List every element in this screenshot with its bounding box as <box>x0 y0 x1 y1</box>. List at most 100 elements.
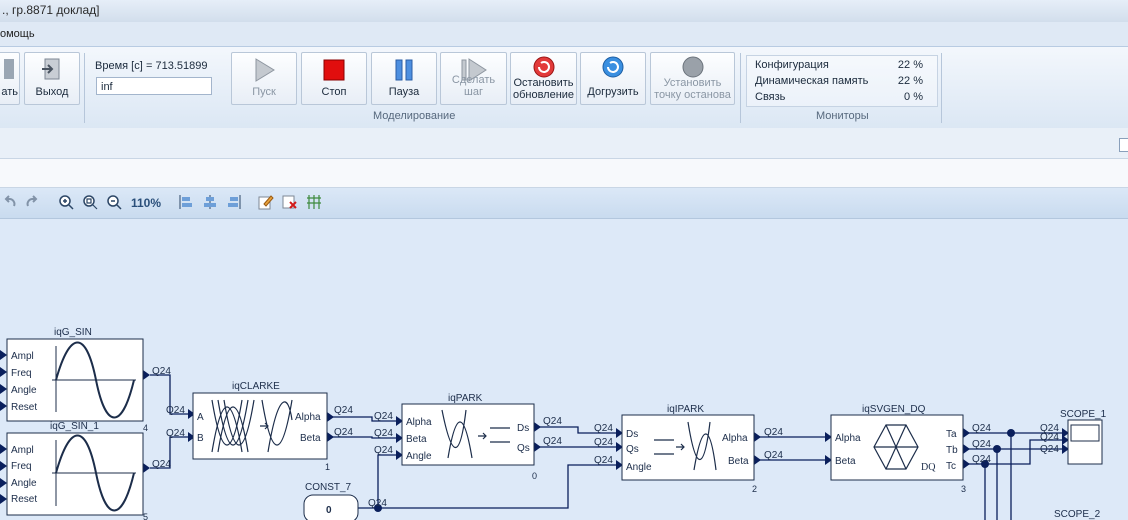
wire-label: Q24 <box>374 411 393 422</box>
stop-label: Стоп <box>321 86 347 98</box>
undo-icon[interactable] <box>2 194 18 210</box>
align-center-icon[interactable] <box>202 194 218 210</box>
block-title: iqIPARK <box>667 404 704 415</box>
block-title: SCOPE_2 <box>1054 509 1101 520</box>
port-label: Ds <box>626 429 638 440</box>
port-label: B <box>197 433 204 444</box>
wire-label: Q24 <box>972 454 991 465</box>
start-button[interactable]: Пуск <box>231 52 297 105</box>
time-value: = 713.51899 <box>146 60 208 72</box>
port-label: Beta <box>728 456 749 467</box>
port-label: Angle <box>11 385 37 396</box>
stop-update-button[interactable]: Остановить обновление <box>510 52 577 105</box>
block-title: iqG_SIN <box>54 327 92 338</box>
block-iqclarke[interactable]: iqCLARKE A B Alpha Beta 1 <box>192 381 330 472</box>
group-modeling-label: Моделирование <box>373 110 456 122</box>
block-iqg-sin-1[interactable]: iqG_SIN_1 Ampl Freq Angle Reset 5 <box>6 421 148 520</box>
wire-label: Q24 <box>374 428 393 439</box>
zoom-out-icon[interactable] <box>106 194 122 210</box>
port-label: Freq <box>11 461 32 472</box>
block-iqg-sin[interactable]: iqG_SIN Ampl Freq Angle Reset 4 <box>6 327 148 433</box>
title-bar: ., гр.8871 доклад] <box>0 0 1128 22</box>
step-button[interactable]: Сделать шаг <box>440 52 507 105</box>
zoom-in-icon[interactable] <box>58 194 74 210</box>
block-iqsvgen-dq[interactable]: iqSVGEN_DQ Alpha Beta Ta Tb Tc DQ 3 <box>830 404 966 494</box>
wire-label: Q24 <box>594 423 613 434</box>
wire-label: Q24 <box>1040 432 1059 443</box>
block-title: iqCLARKE <box>232 381 280 392</box>
step-label: Сделать шаг <box>451 74 496 98</box>
port-label: Reset <box>11 494 37 505</box>
menu-item-help[interactable]: омощь <box>0 28 35 40</box>
zoom-fit-icon[interactable] <box>82 194 98 210</box>
port-label: Angle <box>626 462 652 473</box>
reload-button[interactable]: Догрузить <box>580 52 646 105</box>
block-scope-2[interactable]: SCOPE_2 <box>1054 509 1101 520</box>
align-left-icon[interactable] <box>178 194 194 210</box>
block-inner-label: DQ <box>921 462 936 473</box>
port-label: Alpha <box>722 433 748 444</box>
wire-label: Q24 <box>152 366 171 377</box>
junction-dot <box>993 445 1001 453</box>
wire-label: Q24 <box>1040 444 1059 455</box>
pause-label: Пауза <box>388 86 420 98</box>
block-order: 1 <box>325 462 330 472</box>
port-label: Qs <box>626 444 639 455</box>
block-diagram: Q24 Q24 Q24 Q24 Q24 Q24 Q24 Q24 Q24 Q24 … <box>0 327 1107 520</box>
grid-icon[interactable] <box>306 194 322 210</box>
align-right-icon[interactable] <box>226 194 242 210</box>
block-order: 4 <box>143 423 148 433</box>
block-title: SCOPE_1 <box>1060 409 1107 420</box>
wire-label: Q24 <box>764 427 783 438</box>
block-order: 2 <box>752 484 757 494</box>
wire-label: Q24 <box>166 405 185 416</box>
tab-strip <box>0 159 1128 188</box>
port-label: A <box>197 412 204 423</box>
exit-button[interactable]: Выход <box>24 52 80 105</box>
port-label: Angle <box>406 451 432 462</box>
monitors-panel: Конфигурация 22 % Динамическая память 22 %… <box>746 55 938 107</box>
panel-expand-button[interactable] <box>1119 138 1128 152</box>
wire-label: Q24 <box>764 450 783 461</box>
pause-button[interactable]: Пауза <box>371 52 437 105</box>
divider <box>84 53 85 123</box>
block-iqipark[interactable]: iqIPARK Ds Qs Angle Alpha Beta 2 <box>621 404 757 494</box>
time-label: Время [с] <box>95 60 143 72</box>
block-const-7[interactable]: CONST_7 0 <box>303 482 359 520</box>
port-label: Freq <box>11 368 32 379</box>
exit-icon <box>42 58 60 80</box>
refresh-stop-icon <box>533 56 554 78</box>
window-title: ., гр.8871 доклад] <box>2 3 100 17</box>
panel-strip <box>0 128 1128 159</box>
stop-icon <box>323 59 345 81</box>
partial-button[interactable]: ать <box>0 52 20 105</box>
block-order: 3 <box>961 484 966 494</box>
breakpoint-button[interactable]: Установить точку останова <box>650 52 735 105</box>
delete-icon[interactable] <box>282 194 298 210</box>
redo-icon[interactable] <box>24 194 40 210</box>
block-order: 0 <box>532 471 537 481</box>
end-time-input[interactable]: inf <box>96 77 212 95</box>
divider <box>740 53 741 123</box>
breakpoint-icon <box>682 56 703 78</box>
port-label: Ta <box>946 429 957 440</box>
wire-label: Q24 <box>972 439 991 450</box>
port-label: Angle <box>11 478 37 489</box>
port-label: Ampl <box>11 445 34 456</box>
time-panel: Время [с] = 713.51899 inf <box>90 53 224 105</box>
block-order: 5 <box>143 512 148 520</box>
wire-label: Q24 <box>368 498 387 509</box>
zoom-level: 110% <box>131 196 162 210</box>
block-iqpark[interactable]: iqPARK Alpha Beta Angle Ds Qs 0 <box>401 393 537 481</box>
wire-label: Q24 <box>334 405 353 416</box>
wire-label: Q24 <box>166 428 185 439</box>
diagram-canvas[interactable]: Q24 Q24 Q24 Q24 Q24 Q24 Q24 Q24 Q24 Q24 … <box>0 219 1128 520</box>
diagram-toolbar: 110% <box>0 188 1128 219</box>
menu-bar: омощь <box>0 22 1128 46</box>
block-scope-1[interactable]: SCOPE_1 <box>1060 409 1107 465</box>
stop-button[interactable]: Стоп <box>301 52 367 105</box>
port-label: Qs <box>517 443 530 454</box>
divider <box>941 53 942 123</box>
edit-icon[interactable] <box>258 194 274 210</box>
play-icon <box>255 58 275 82</box>
